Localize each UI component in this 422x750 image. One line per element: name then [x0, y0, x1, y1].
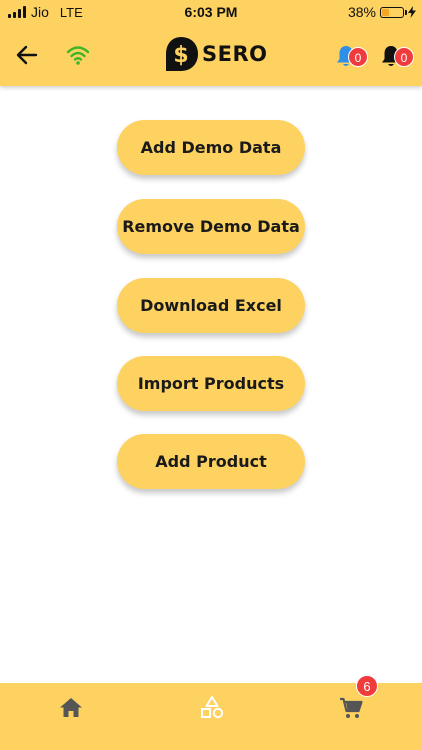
- charging-bolt-icon: [408, 6, 416, 18]
- top-app-bar: Jio LTE 6:03 PM 38% $ SERO 0 0: [0, 0, 422, 86]
- logo-text: SERO: [202, 42, 268, 66]
- svg-text:$: $: [173, 43, 188, 68]
- bottom-tab-bar: 6: [0, 675, 422, 750]
- battery-icon: [380, 6, 407, 18]
- home-icon[interactable]: [58, 695, 84, 721]
- battery-percent: 38%: [347, 4, 376, 20]
- notification-badge-black: 0: [394, 47, 414, 67]
- add-demo-data-button[interactable]: Add Demo Data: [117, 120, 305, 175]
- back-arrow-icon[interactable]: [14, 42, 40, 68]
- cart-icon[interactable]: [338, 695, 364, 721]
- remove-demo-data-button[interactable]: Remove Demo Data: [117, 199, 305, 254]
- notification-badge-blue: 0: [348, 47, 368, 67]
- status-bar: Jio LTE 6:03 PM 38%: [0, 0, 422, 24]
- import-products-button[interactable]: Import Products: [117, 356, 305, 411]
- download-excel-button[interactable]: Download Excel: [117, 278, 305, 333]
- wifi-icon: [66, 46, 90, 65]
- cart-count-badge: 6: [356, 675, 378, 697]
- app-logo: $ SERO: [162, 34, 272, 74]
- battery-fill: [382, 8, 389, 16]
- shapes-icon[interactable]: [199, 695, 225, 721]
- status-right: 38%: [348, 4, 416, 20]
- sero-logo-icon: $: [166, 37, 198, 71]
- add-product-button[interactable]: Add Product: [117, 434, 305, 489]
- nav-bar: $ SERO 0 0: [0, 24, 422, 86]
